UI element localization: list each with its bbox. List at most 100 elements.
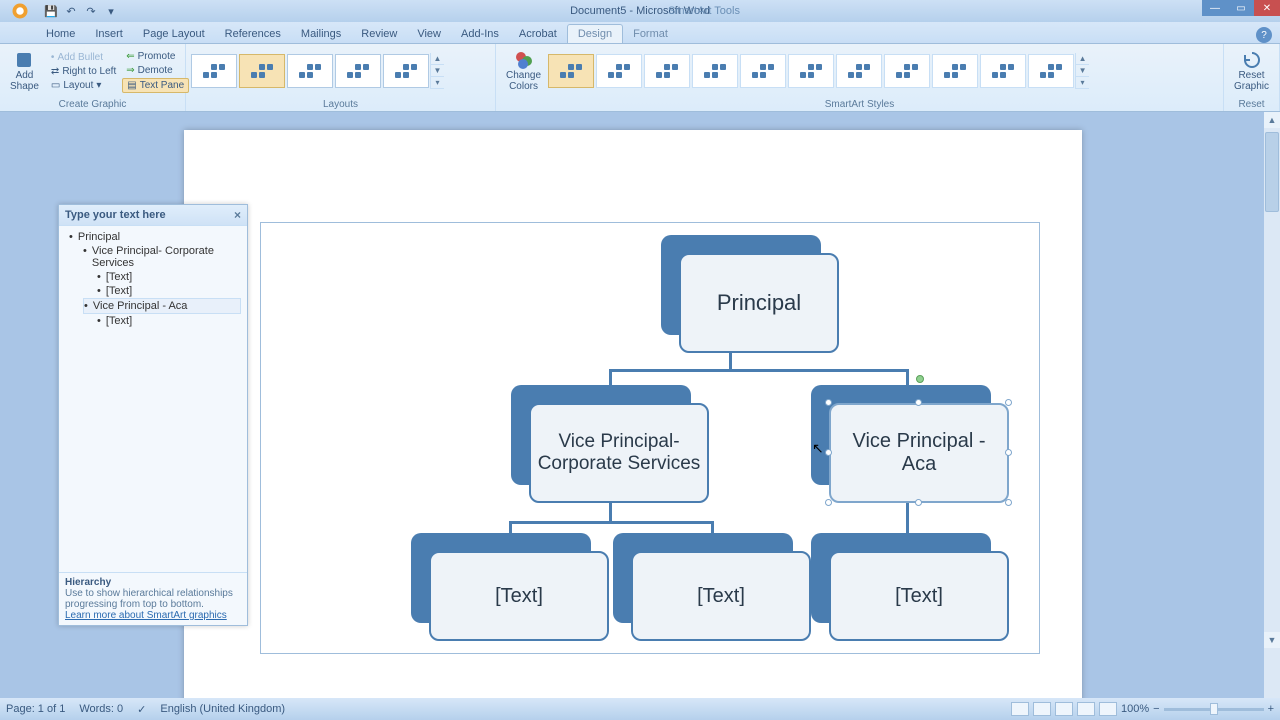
list-item[interactable]: Vice Principal- Corporate Services bbox=[83, 244, 241, 270]
zoom-out-button[interactable]: − bbox=[1153, 703, 1159, 715]
layout-button[interactable]: ▭Layout▾ bbox=[47, 79, 120, 92]
tab-insert[interactable]: Insert bbox=[85, 25, 133, 43]
styles-more[interactable]: ▾ bbox=[1076, 77, 1089, 89]
node-leaf-1[interactable]: [Text] bbox=[411, 533, 609, 641]
vertical-scrollbar[interactable]: ▲ ▼ bbox=[1264, 112, 1280, 698]
rotation-handle[interactable] bbox=[916, 375, 924, 383]
tab-review[interactable]: Review bbox=[351, 25, 407, 43]
layouts-more[interactable]: ▾ bbox=[431, 77, 444, 89]
view-web-layout[interactable] bbox=[1055, 702, 1073, 716]
view-draft[interactable] bbox=[1099, 702, 1117, 716]
styles-scroll-up[interactable]: ▲ bbox=[1076, 53, 1089, 65]
layout-option-4[interactable] bbox=[335, 54, 381, 88]
scroll-thumb[interactable] bbox=[1265, 132, 1279, 212]
node-vp-corporate[interactable]: Vice Principal- Corporate Services bbox=[511, 385, 709, 503]
resize-handle[interactable] bbox=[1005, 449, 1012, 456]
view-print-layout[interactable] bbox=[1011, 702, 1029, 716]
office-button[interactable] bbox=[4, 0, 36, 22]
resize-handle[interactable] bbox=[915, 499, 922, 506]
redo-icon[interactable]: ↷ bbox=[82, 2, 100, 20]
resize-handle[interactable] bbox=[915, 399, 922, 406]
page-indicator[interactable]: Page: 1 of 1 bbox=[6, 703, 65, 715]
layouts-scroll-up[interactable]: ▲ bbox=[431, 53, 444, 65]
tab-view[interactable]: View bbox=[407, 25, 451, 43]
create-graphic-group-label: Create Graphic bbox=[0, 98, 185, 111]
minimize-button[interactable]: — bbox=[1202, 0, 1228, 16]
smartart-canvas[interactable]: Principal Vice Principal- Corporate Serv… bbox=[260, 222, 1040, 654]
tab-page-layout[interactable]: Page Layout bbox=[133, 25, 215, 43]
node-principal[interactable]: Principal bbox=[661, 235, 839, 351]
style-option-5[interactable] bbox=[740, 54, 786, 88]
tab-format[interactable]: Format bbox=[623, 25, 678, 43]
resize-handle[interactable] bbox=[825, 449, 832, 456]
text-pane-list[interactable]: Principal Vice Principal- Corporate Serv… bbox=[59, 226, 247, 572]
layout-option-1[interactable] bbox=[191, 54, 237, 88]
spellcheck-icon[interactable]: ✓ bbox=[137, 703, 146, 716]
add-bullet-button[interactable]: •Add Bullet bbox=[47, 51, 120, 64]
view-outline[interactable] bbox=[1077, 702, 1095, 716]
scroll-down-icon[interactable]: ▼ bbox=[1264, 632, 1280, 648]
zoom-slider[interactable] bbox=[1164, 708, 1264, 711]
list-item[interactable]: Vice Principal - Aca bbox=[83, 298, 241, 314]
node-leaf-3[interactable]: [Text] bbox=[811, 533, 1009, 641]
list-item[interactable]: [Text] bbox=[97, 270, 241, 284]
add-shape-button[interactable]: Add Shape bbox=[4, 48, 45, 94]
close-button[interactable]: ✕ bbox=[1254, 0, 1280, 16]
list-item[interactable]: [Text] bbox=[97, 314, 241, 328]
language-indicator[interactable]: English (United Kingdom) bbox=[160, 703, 285, 715]
document-page: Principal Vice Principal- Corporate Serv… bbox=[184, 130, 1082, 698]
list-item[interactable]: [Text] bbox=[97, 284, 241, 298]
title-bar: 💾 ↶ ↷ ▾ Document5 - Microsoft Word Smart… bbox=[0, 0, 1280, 22]
layouts-scroll-down[interactable]: ▼ bbox=[431, 65, 444, 77]
text-pane-button[interactable]: ▤Text Pane bbox=[122, 78, 189, 93]
tab-addins[interactable]: Add-Ins bbox=[451, 25, 509, 43]
scroll-up-icon[interactable]: ▲ bbox=[1264, 112, 1280, 128]
save-icon[interactable]: 💾 bbox=[42, 2, 60, 20]
help-icon[interactable]: ? bbox=[1256, 27, 1272, 43]
word-count[interactable]: Words: 0 bbox=[79, 703, 123, 715]
style-option-3[interactable] bbox=[644, 54, 690, 88]
style-option-2[interactable] bbox=[596, 54, 642, 88]
style-option-10[interactable] bbox=[980, 54, 1026, 88]
layout-option-2[interactable] bbox=[239, 54, 285, 88]
node-vp-aca[interactable]: Vice Principal - Aca bbox=[811, 385, 1009, 503]
layout-option-3[interactable] bbox=[287, 54, 333, 88]
text-pane[interactable]: Type your text here × Principal Vice Pri… bbox=[58, 204, 248, 626]
right-to-left-button[interactable]: ⇄Right to Left bbox=[47, 65, 120, 78]
quick-access-toolbar: 💾 ↶ ↷ ▾ bbox=[42, 2, 120, 20]
style-option-1[interactable] bbox=[548, 54, 594, 88]
zoom-level[interactable]: 100% bbox=[1121, 703, 1149, 715]
view-full-screen[interactable] bbox=[1033, 702, 1051, 716]
list-item[interactable]: Principal bbox=[69, 230, 241, 244]
resize-handle[interactable] bbox=[825, 399, 832, 406]
promote-button[interactable]: ⇐Promote bbox=[122, 50, 189, 63]
tab-mailings[interactable]: Mailings bbox=[291, 25, 351, 43]
tab-references[interactable]: References bbox=[215, 25, 291, 43]
style-option-11[interactable] bbox=[1028, 54, 1074, 88]
tab-home[interactable]: Home bbox=[36, 25, 85, 43]
node-leaf-2[interactable]: [Text] bbox=[613, 533, 811, 641]
text-pane-header: Type your text here × bbox=[59, 205, 247, 226]
qat-dropdown-icon[interactable]: ▾ bbox=[102, 2, 120, 20]
text-pane-close-icon[interactable]: × bbox=[234, 208, 241, 222]
undo-icon[interactable]: ↶ bbox=[62, 2, 80, 20]
style-option-4[interactable] bbox=[692, 54, 738, 88]
tab-design[interactable]: Design bbox=[567, 24, 623, 43]
style-option-6[interactable] bbox=[788, 54, 834, 88]
resize-handle[interactable] bbox=[1005, 399, 1012, 406]
change-colors-button[interactable]: Change Colors bbox=[500, 48, 547, 94]
style-option-7[interactable] bbox=[836, 54, 882, 88]
maximize-button[interactable]: ▭ bbox=[1228, 0, 1254, 16]
demote-button[interactable]: ⇒Demote bbox=[122, 64, 189, 77]
tab-acrobat[interactable]: Acrobat bbox=[509, 25, 567, 43]
resize-handle[interactable] bbox=[1005, 499, 1012, 506]
reset-graphic-button[interactable]: Reset Graphic bbox=[1228, 48, 1275, 94]
learn-more-link[interactable]: Learn more about SmartArt graphics bbox=[65, 610, 227, 621]
layout-option-5[interactable] bbox=[383, 54, 429, 88]
style-option-9[interactable] bbox=[932, 54, 978, 88]
style-option-8[interactable] bbox=[884, 54, 930, 88]
zoom-in-button[interactable]: + bbox=[1268, 703, 1274, 715]
resize-handle[interactable] bbox=[825, 499, 832, 506]
styles-scroll-down[interactable]: ▼ bbox=[1076, 65, 1089, 77]
text-pane-hint: Hierarchy Use to show hierarchical relat… bbox=[59, 572, 247, 625]
